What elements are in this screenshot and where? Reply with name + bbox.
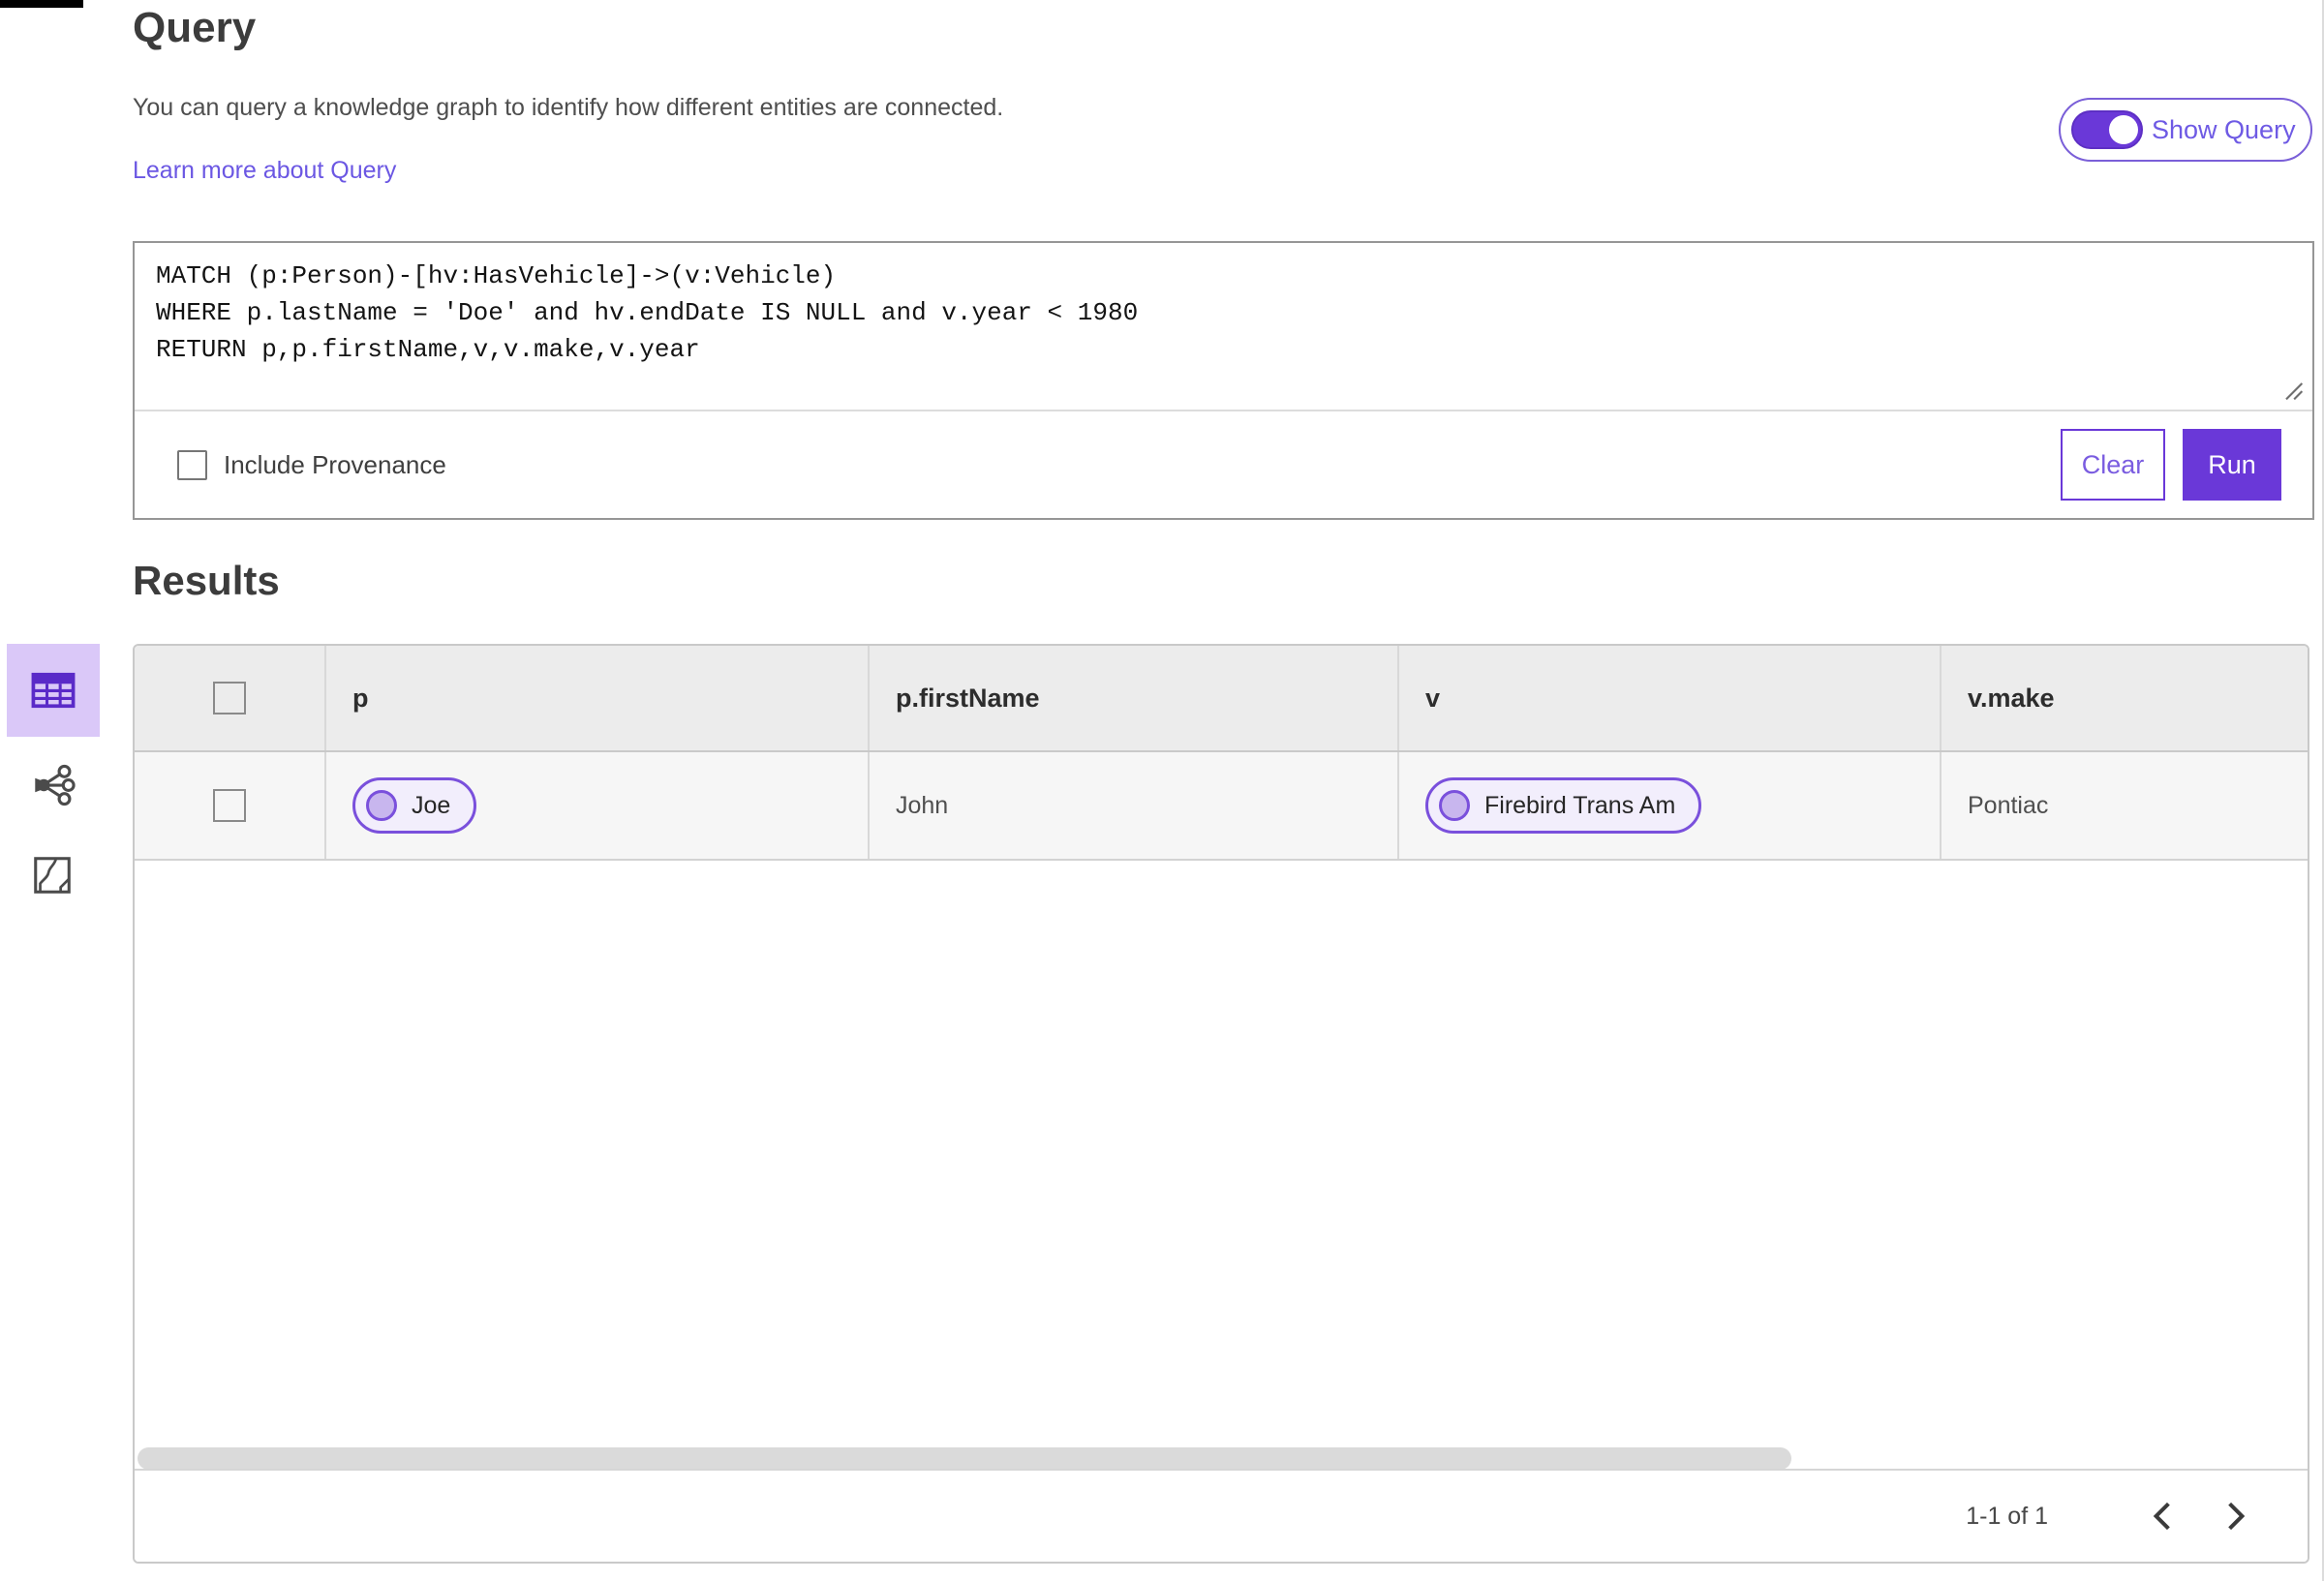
show-query-label: Show Query	[2152, 114, 2296, 144]
results-table-panel: p p.firstName v v.make Joe John Firebird…	[133, 644, 2309, 1564]
link-chart-view-icon	[35, 764, 76, 806]
table-view-icon	[31, 672, 76, 709]
column-header-v[interactable]: v	[1397, 646, 1940, 750]
textarea-resize-handle-icon[interactable]	[2279, 377, 2307, 404]
next-page-button[interactable]	[2207, 1487, 2265, 1545]
include-provenance-checkbox[interactable]	[177, 449, 207, 480]
view-rail-map-button[interactable]	[25, 848, 79, 902]
entity-pill-label: Joe	[412, 791, 451, 819]
run-button[interactable]: Run	[2183, 429, 2281, 501]
pagination-label: 1-1 of 1	[1966, 1502, 2048, 1530]
horizontal-scrollbar-thumb[interactable]	[138, 1447, 1791, 1470]
chevron-left-icon	[2153, 1502, 2170, 1531]
map-view-icon	[34, 857, 71, 894]
cell-v-make: Pontiac	[1940, 752, 2308, 859]
page-title: Query	[133, 4, 257, 51]
column-header-p-firstname[interactable]: p.firstName	[868, 646, 1397, 750]
entity-pill-vehicle[interactable]: Firebird Trans Am	[1425, 777, 1702, 834]
results-title: Results	[133, 558, 280, 603]
window-edge-artifact	[0, 0, 83, 8]
chevron-right-icon	[2228, 1502, 2246, 1531]
entity-pill-person[interactable]: Joe	[352, 777, 477, 834]
query-actions-bar: Include Provenance Clear Run	[135, 410, 2312, 518]
row-checkbox[interactable]	[213, 789, 246, 822]
previous-page-button[interactable]	[2133, 1487, 2191, 1545]
clear-button[interactable]: Clear	[2061, 429, 2165, 501]
entity-pill-label: Firebird Trans Am	[1484, 791, 1676, 819]
learn-more-link[interactable]: Learn more about Query	[133, 157, 396, 185]
column-header-p[interactable]: p	[324, 646, 868, 750]
view-rail-link-chart-button[interactable]	[25, 758, 79, 812]
select-all-checkbox[interactable]	[213, 682, 246, 714]
toggle-knob	[2109, 115, 2138, 144]
cell-p-firstname: John	[868, 752, 1397, 859]
view-rail-table-button[interactable]	[7, 644, 100, 737]
query-editor-panel: MATCH (p:Person)-[hv:HasVehicle]->(v:Veh…	[133, 241, 2314, 520]
entity-dot-icon	[366, 790, 397, 821]
include-provenance-label: Include Provenance	[224, 449, 446, 479]
table-row: Joe John Firebird Trans Am Pontiac	[135, 752, 2308, 861]
query-text-input[interactable]: MATCH (p:Person)-[hv:HasVehicle]->(v:Veh…	[135, 243, 2312, 410]
entity-dot-icon	[1439, 790, 1470, 821]
column-header-v-make[interactable]: v.make	[1940, 646, 2308, 750]
table-header-row: p p.firstName v v.make	[135, 646, 2308, 752]
show-query-toggle[interactable]: Show Query	[2059, 98, 2312, 162]
query-page: Query You can query a knowledge graph to…	[0, 0, 2324, 1581]
query-description: You can query a knowledge graph to ident…	[133, 94, 1004, 121]
toggle-on-icon[interactable]	[2071, 110, 2143, 149]
table-footer: 1-1 of 1	[135, 1469, 2308, 1562]
